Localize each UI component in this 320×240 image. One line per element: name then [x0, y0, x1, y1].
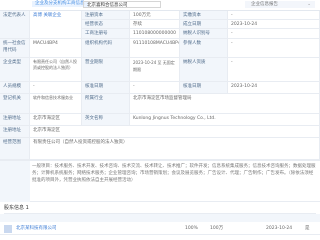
- label-paid-capital: 实缴资本: [180, 11, 228, 20]
- business-term-value: 2023-10-24 至 无固定期限: [130, 58, 180, 82]
- label-reg-authority: 登记机关: [0, 94, 30, 114]
- label-business-term: 营业期限: [82, 58, 130, 82]
- company-logo-icon: [4, 225, 12, 233]
- industry-value: 软件和信息技术服务业: [30, 94, 82, 114]
- row-ratio: 100%: [185, 226, 198, 231]
- approval-date-value: -: [130, 82, 180, 94]
- approval-value: 2023-10-24: [228, 82, 320, 94]
- table-row[interactable]: 北京某科技有限公司 100% 100万 2023-10-24 是: [0, 224, 320, 235]
- table-header: [0, 214, 320, 222]
- company-type-value: 有限责任公司（自然人投资或控股的法人独资）: [30, 58, 82, 82]
- report-label: 企业信息报告: [251, 2, 278, 7]
- scope-text: 一般项目：技术服务、技术开发、技术咨询、技术交流、技术转让、技术推广；软件开发；…: [32, 164, 316, 183]
- legal-rep-tag[interactable]: 关联企业: [43, 13, 61, 18]
- label-scope-head: 经营范围: [0, 138, 30, 160]
- paid-capital-value: -: [228, 11, 320, 20]
- address-value: 北京市海淀区: [30, 114, 82, 126]
- tax-id-value: -: [228, 29, 320, 39]
- label-tax-id: 纳税人识别号: [180, 29, 228, 39]
- scope-label-column: [0, 161, 30, 202]
- label-credit-code: 统一社会信用代码: [0, 39, 30, 58]
- reg-capital-value: 100万元: [130, 11, 180, 20]
- taxpayer-value: -: [228, 58, 320, 82]
- company-tag[interactable]: 企业及分支机构工商信息: [32, 1, 88, 7]
- row-flag: 是: [305, 226, 310, 231]
- search-input[interactable]: 北京喜和合信息公司: [83, 1, 161, 8]
- label-reg-no: 工商注册号: [82, 29, 130, 39]
- info-grid: 法定代表人 高博 关联企业 注册资本 100万元 实缴资本 - 经营状态 存续 …: [0, 10, 320, 160]
- row-company-name[interactable]: 北京某科技有限公司: [16, 225, 57, 233]
- label-org-code: 组织机构代码: [82, 39, 130, 58]
- label-industry: 所属行业: [82, 94, 130, 114]
- chevron-down-icon: ⌄: [307, 2, 311, 7]
- report-selector[interactable]: 企业信息报告 ⌄: [245, 1, 315, 8]
- label-status: 经营状态: [82, 20, 130, 29]
- found-date-value: 2023-10-24: [228, 20, 320, 29]
- label-legal-rep: 法定代表人: [0, 11, 30, 39]
- section-title: 股东信息 1: [4, 204, 316, 214]
- label-approval-date: 核准日期: [82, 82, 130, 94]
- legal-rep-cell: 高博 关联企业: [30, 11, 82, 39]
- label-reg-address: 注册地址: [0, 126, 30, 138]
- label-english-name: 英文名称: [82, 114, 130, 126]
- english-name-value: Kunlong Jingnus Technology Co., Ltd.: [130, 114, 320, 126]
- scope-head-value: 有限责任公司（自然人投资或控股的法人独资）: [30, 138, 320, 160]
- top-bar: 企业及分支机构工商信息 北京喜和合信息公司 企业信息报告 ⌄: [0, 0, 320, 9]
- label-taxpayer: 纳税人资质: [180, 58, 228, 82]
- reg-address-value: 北京市海淀区: [30, 126, 320, 138]
- label-address: 注册地址: [0, 114, 30, 126]
- legal-rep-link[interactable]: 高博: [33, 13, 42, 18]
- label-found-date: 成立日期: [180, 20, 228, 29]
- row-amount: 100万: [210, 226, 224, 231]
- label-reg-capital: 注册资本: [82, 11, 130, 20]
- row-date: 2023-10-24: [266, 226, 293, 231]
- status-value: 存续: [130, 20, 180, 29]
- label-approval: 核准日期: [180, 82, 228, 94]
- reg-authority-value: 北京市海淀区市场监督管理局: [130, 94, 320, 114]
- label-staff: 人员规模: [0, 82, 30, 94]
- business-scope: 一般项目：技术服务、技术开发、技术咨询、技术交流、技术转让、技术推广；软件开发；…: [0, 160, 320, 202]
- label-insured: 参保人数: [180, 39, 228, 58]
- address-text: 北京市海淀区: [33, 116, 60, 121]
- insured-value: -: [228, 39, 320, 58]
- reg-no-value: 110108000000000: [130, 29, 180, 39]
- org-code-value: 91110108MACU4BP4X: [130, 39, 180, 58]
- staff-value: -: [30, 82, 82, 94]
- credit-code-value: MACU4BP4: [30, 39, 82, 58]
- label-company-type: 企业类型: [0, 58, 30, 82]
